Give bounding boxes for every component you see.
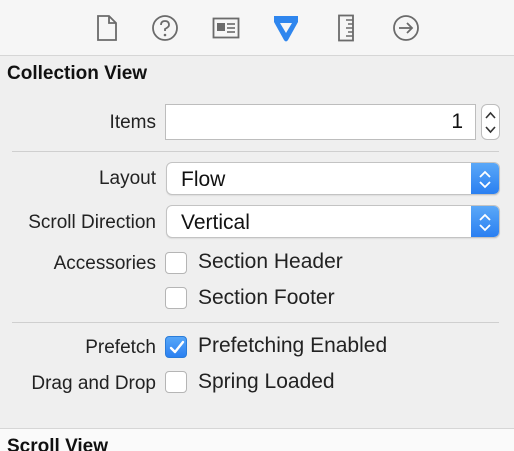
scroll-direction-label: Scroll Direction	[28, 212, 156, 233]
items-value: 1	[451, 110, 463, 133]
items-stepper[interactable]	[481, 104, 500, 140]
inspector-toolbar	[0, 0, 514, 56]
scroll-direction-select[interactable]: Vertical	[166, 205, 500, 238]
stepper-up-icon[interactable]	[485, 111, 496, 119]
identity-inspector-icon[interactable]	[209, 11, 243, 45]
section-title: Collection View	[7, 63, 148, 84]
prefetch-label: Prefetch	[85, 337, 156, 358]
spring-loaded-label[interactable]: Spring Loaded	[198, 370, 335, 394]
divider	[12, 151, 499, 152]
accessories-label: Accessories	[53, 253, 156, 274]
checkmark-icon	[169, 340, 185, 354]
attributes-inspector-icon[interactable]	[269, 11, 303, 45]
prefetching-enabled-checkbox[interactable]	[165, 336, 187, 358]
layout-value: Flow	[181, 168, 226, 191]
section-footer-label[interactable]: Section Footer	[198, 286, 335, 310]
section-header-checkbox[interactable]	[165, 252, 187, 274]
prefetching-enabled-label[interactable]: Prefetching Enabled	[198, 334, 387, 358]
next-section-title: Scroll View	[7, 436, 109, 451]
items-label: Items	[109, 112, 156, 133]
spring-loaded-checkbox[interactable]	[165, 371, 187, 393]
section-footer-checkbox[interactable]	[165, 287, 187, 309]
select-arrows-icon	[471, 206, 499, 237]
file-inspector-icon[interactable]	[90, 11, 124, 45]
items-field[interactable]: 1	[165, 104, 476, 140]
scroll-direction-value: Vertical	[181, 211, 250, 234]
connections-inspector-icon[interactable]	[389, 11, 423, 45]
section-header-label[interactable]: Section Header	[198, 250, 343, 274]
select-arrows-icon	[471, 163, 499, 194]
drag-and-drop-label: Drag and Drop	[31, 373, 156, 394]
size-inspector-icon[interactable]	[329, 11, 363, 45]
layout-label: Layout	[98, 168, 156, 189]
layout-select[interactable]: Flow	[166, 162, 500, 195]
next-section-header: Scroll View	[0, 428, 514, 451]
divider	[12, 322, 499, 323]
quick-help-icon[interactable]	[148, 11, 182, 45]
stepper-down-icon[interactable]	[485, 126, 496, 134]
